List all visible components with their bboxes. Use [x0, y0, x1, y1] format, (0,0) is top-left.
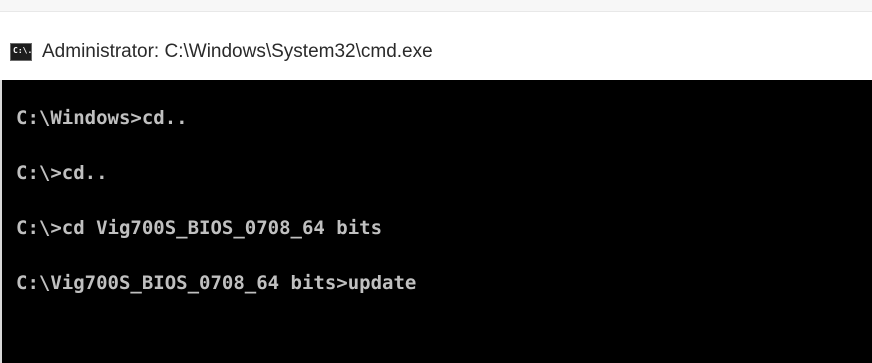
console-line: C:\>cd Vig700S_BIOS_0708_64 bits [16, 217, 383, 239]
window-top-strip [0, 0, 872, 12]
console-output[interactable]: C:\Windows>cd.. C:\>cd.. C:\>cd Vig700S_… [0, 80, 872, 363]
command-prompt-icon: C:\. [10, 43, 32, 61]
title-bar[interactable]: C:\. Administrator: C:\Windows\System32\… [0, 12, 872, 80]
console-line: C:\Vig700S_BIOS_0708_64 bits>update [16, 272, 417, 294]
console-line: C:\>cd.. [16, 162, 108, 184]
command-prompt-icon-label: C:\. [13, 46, 32, 55]
window-title: Administrator: C:\Windows\System32\cmd.e… [42, 41, 433, 62]
console-line: C:\Windows>cd.. [16, 107, 188, 129]
command-prompt-window[interactable]: C:\. Administrator: C:\Windows\System32\… [0, 0, 872, 363]
